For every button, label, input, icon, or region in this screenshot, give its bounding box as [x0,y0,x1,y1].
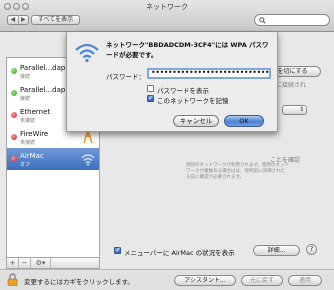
service-status: 未接続 [20,118,36,124]
status-dot [11,68,17,74]
wifi-icon [75,43,99,63]
service-status: オフ [20,162,31,168]
status-dot [11,90,17,96]
show-all-button[interactable]: すべてを表示 [31,15,80,25]
network-name-popup[interactable]: ⇕ [282,105,307,115]
popup-arrows-icon: ⇕ [298,106,304,113]
apply-button[interactable]: 適用 [288,275,322,286]
wpa-password-sheet: ネットワーク"BBDADCDM-3CF4"には WPA パスワードが必要です。 … [66,32,278,132]
password-label: パスワード： [106,73,145,81]
remember-network-label: このネットワークを記憶 [157,97,229,105]
service-status: 接続 [20,96,31,102]
search-field[interactable] [254,14,330,26]
service-name: Parallel...dap [20,64,66,72]
service-name: Ethernet [20,108,51,116]
bottom-bar: 変更するにはカギをクリックします。 アシスタント... 元に戻す 適用 [0,269,334,290]
show-password-checkbox[interactable] [147,85,154,92]
assistant-button[interactable]: アシスタント... [174,275,236,286]
revert-button[interactable]: 元に戻す [241,275,283,286]
service-list-controls: + − ⚙▾ [6,258,100,269]
advanced-button[interactable]: 詳細... [253,245,300,256]
service-name: Parallel...dap [20,86,66,94]
password-value: •••••••••••••••••••••••••••• [151,68,270,77]
show-airmac-status-checkbox[interactable] [114,246,121,254]
service-name: FireWire [20,130,49,138]
lock-icon[interactable] [7,273,18,286]
firewire-icon [83,130,93,144]
show-airmac-status-label: メニューバーに AirMac の状況を表示 [124,249,235,257]
ok-button[interactable]: OK [224,115,264,127]
search-icon [259,17,266,24]
status-dot [11,156,17,162]
remember-network-checkbox[interactable] [147,94,154,102]
network-preferences-window: ネットワーク ◀ ▶ すべてを表示 Parallel...dap 接続 Para… [0,0,334,290]
back-button[interactable]: ◀ [8,16,18,24]
window-title: ネットワーク [146,3,188,11]
join-description-line-3: る前に確認が必要されます。 [186,175,245,180]
cancel-button[interactable]: キャンセル [173,115,219,127]
service-status: 接続 [20,74,31,80]
password-field[interactable]: •••••••••••••••••••••••••••• [147,68,271,79]
add-service-button[interactable]: + [7,258,19,268]
show-password-label: パスワードを表示 [157,87,209,95]
navigation-buttons: ◀ ▶ [7,15,29,25]
help-button[interactable]: ? [306,244,317,255]
status-dot [11,134,17,140]
service-item-airmac[interactable]: AirMac オフ [7,148,99,170]
action-menu-button[interactable]: ⚙▾ [31,258,51,268]
service-status: 未接続 [20,140,36,146]
status-dot [11,112,17,118]
remove-service-button[interactable]: − [19,258,31,268]
title-bar: ネットワーク ◀ ▶ すべてを表示 [0,0,334,32]
sheet-title: ネットワーク"BBDADCDM-3CF4"には WPA パスワードが必要です。 [106,41,269,59]
service-name: AirMac [20,152,44,160]
wifi-icon [81,154,95,166]
forward-button[interactable]: ▶ [17,16,29,24]
lock-instruction-text: 変更するにはカギをクリックします。 [24,278,134,286]
